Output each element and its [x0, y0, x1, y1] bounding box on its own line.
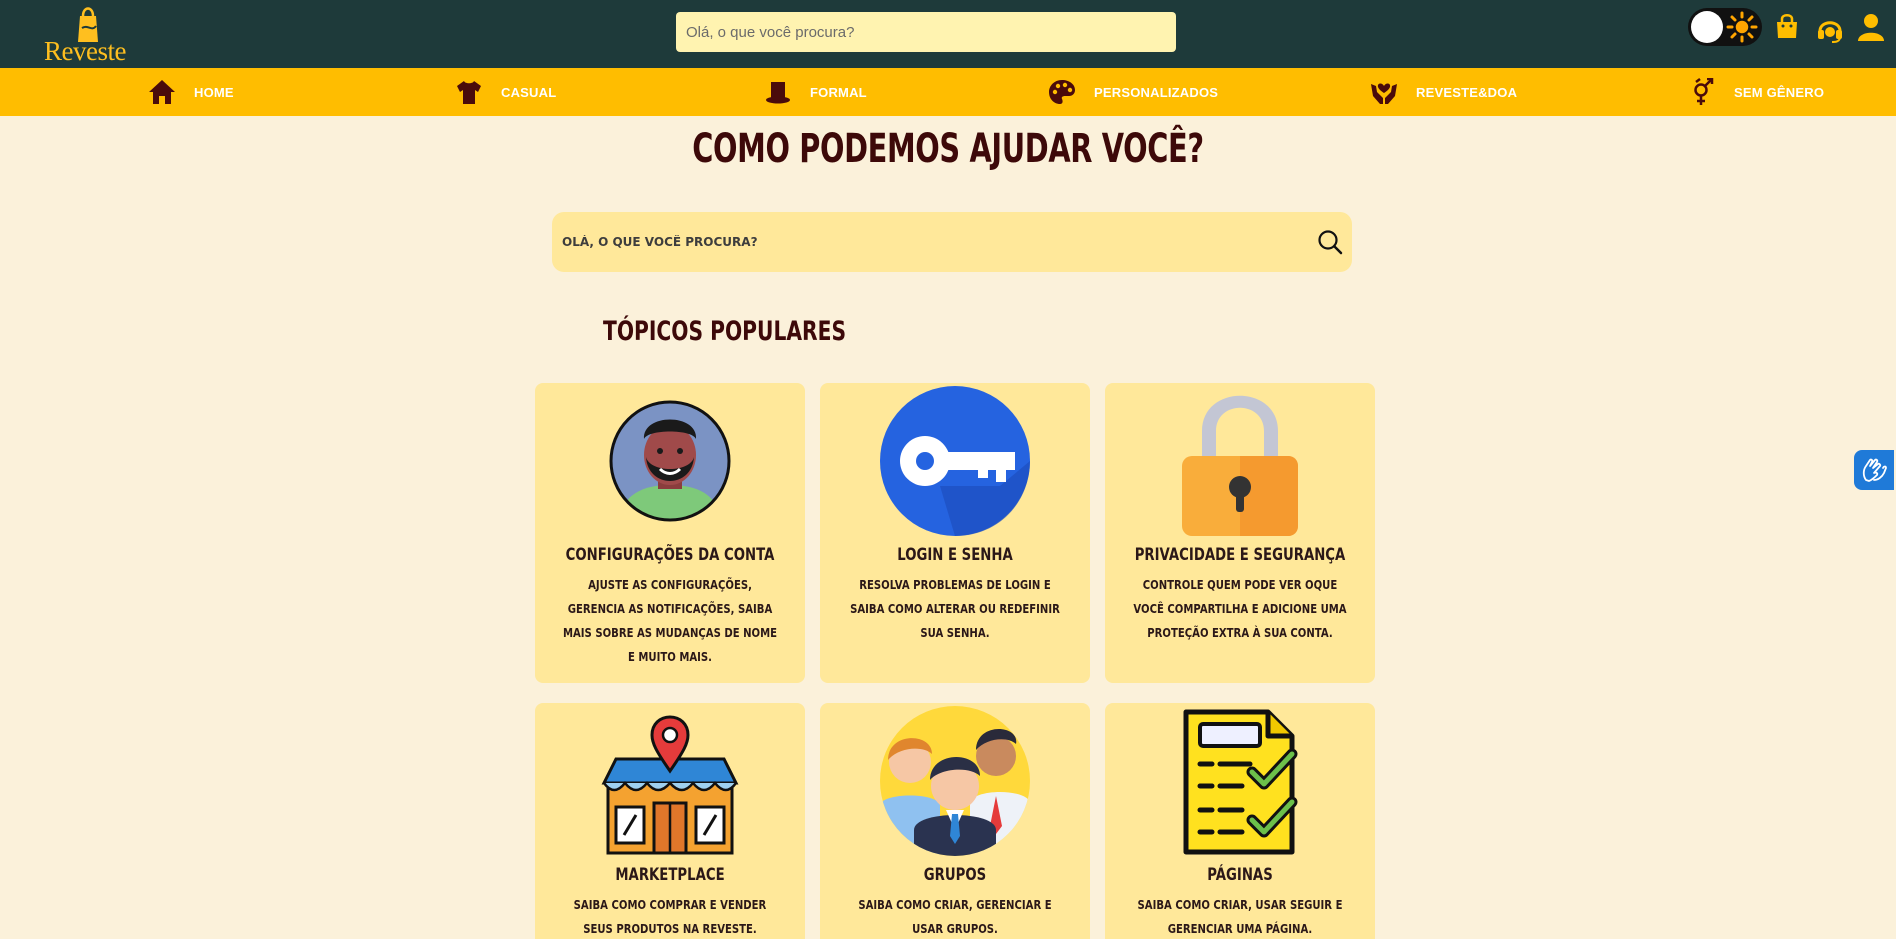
nav-label: CASUAL	[501, 84, 557, 100]
padlock-icon	[1182, 395, 1298, 536]
nav-label: FORMAL	[810, 84, 867, 100]
theme-toggle[interactable]	[1688, 8, 1762, 46]
card-title: PRIVACIDADE E SEGURANÇA	[1134, 545, 1346, 565]
checklist-icon	[1183, 709, 1298, 855]
topic-card-privacy-security[interactable]: PRIVACIDADE E SEGURANÇA CONTROLE QUEM PO…	[1105, 383, 1375, 683]
help-search-input[interactable]	[562, 212, 1262, 272]
nav-item-casual[interactable]: CASUAL	[455, 68, 556, 116]
nav-label: HOME	[194, 84, 234, 100]
hands-heart-icon	[1371, 83, 1397, 104]
card-description: RESOLVA PROBLEMAS DE LOGIN E SAIBA COMO …	[850, 578, 1060, 640]
user-avatar-icon	[609, 400, 731, 522]
headset-support-icon[interactable]	[1815, 14, 1845, 44]
topic-card-groups[interactable]: GRUPOS SAIBA COMO CRIAR, GERENCIAR E USA…	[820, 703, 1090, 939]
shopping-bag-icon[interactable]	[1772, 12, 1802, 42]
key-icon	[880, 386, 1030, 536]
card-description: AJUSTE AS CONFIGURAÇÕES, GERENCIA AS NOT…	[562, 578, 778, 664]
genderless-icon	[1694, 78, 1714, 105]
section-title: TÓPICOS POPULARES	[603, 316, 847, 347]
tshirt-icon	[457, 81, 481, 104]
card-title: GRUPOS	[923, 865, 987, 885]
user-account-icon[interactable]	[1856, 12, 1886, 42]
nav-label: SEM GÊNERO	[1734, 84, 1825, 100]
page-title: COMO PODEMOS AJUDAR VOCÊ?	[692, 126, 1204, 172]
nav-item-formal[interactable]: FORMAL	[764, 68, 867, 116]
help-search-bar	[552, 212, 1352, 272]
sun-icon	[1726, 11, 1758, 43]
search-icon[interactable]	[1316, 228, 1344, 256]
card-description: SAIBA COMO COMPRAR E VENDER SEUS PRODUTO…	[573, 898, 767, 936]
theme-toggle-knob	[1691, 11, 1723, 43]
topic-card-marketplace[interactable]: MARKETPLACE SAIBA COMO COMPRAR E VENDER …	[535, 703, 805, 939]
topic-card-login-password[interactable]: LOGIN E SENHA RESOLVA PROBLEMAS DE LOGIN…	[820, 383, 1090, 683]
logo-text[interactable]: Reveste	[44, 36, 126, 67]
home-icon	[149, 80, 175, 104]
top-bar: Reveste	[0, 0, 1896, 68]
sign-language-hands-icon	[1862, 458, 1887, 482]
store-icon	[601, 715, 739, 855]
group-icon	[880, 706, 1030, 856]
card-description: SAIBA COMO CRIAR, USAR SEGUIR E GERENCIA…	[1137, 898, 1343, 936]
card-title: MARKETPLACE	[615, 865, 725, 885]
card-description: CONTROLE QUEM PODE VER OQUE VOCÊ COMPART…	[1133, 578, 1347, 640]
nav-item-personalizados[interactable]: PERSONALIZADOS	[1048, 68, 1218, 116]
topic-card-pages[interactable]: PÁGINAS SAIBA COMO CRIAR, USAR SEGUIR E …	[1105, 703, 1375, 939]
sign-language-accessibility-button[interactable]	[1854, 450, 1894, 490]
nav-item-home[interactable]: HOME	[148, 68, 234, 116]
nav-item-sem-genero[interactable]: SEM GÊNERO	[1688, 68, 1824, 116]
top-hat-icon	[766, 82, 790, 104]
nav-item-reveste-doa[interactable]: REVESTE&DOA	[1370, 68, 1517, 116]
nav-label: REVESTE&DOA	[1416, 84, 1518, 100]
card-title: CONFIGURAÇÕES DA CONTA	[565, 545, 775, 565]
category-nav: HOME CASUAL FORMAL PERSONALIZADOS REVEST…	[0, 68, 1896, 116]
card-description: SAIBA COMO CRIAR, GERENCIAR E USAR GRUPO…	[858, 898, 1052, 936]
topic-card-account-settings[interactable]: CONFIGURAÇÕES DA CONTA AJUSTE AS CONFIGU…	[535, 383, 805, 683]
card-title: LOGIN E SENHA	[897, 545, 1013, 565]
card-title: PÁGINAS	[1207, 865, 1273, 885]
top-search-input[interactable]	[676, 12, 1176, 52]
nav-label: PERSONALIZADOS	[1094, 84, 1219, 100]
palette-icon	[1049, 80, 1075, 104]
